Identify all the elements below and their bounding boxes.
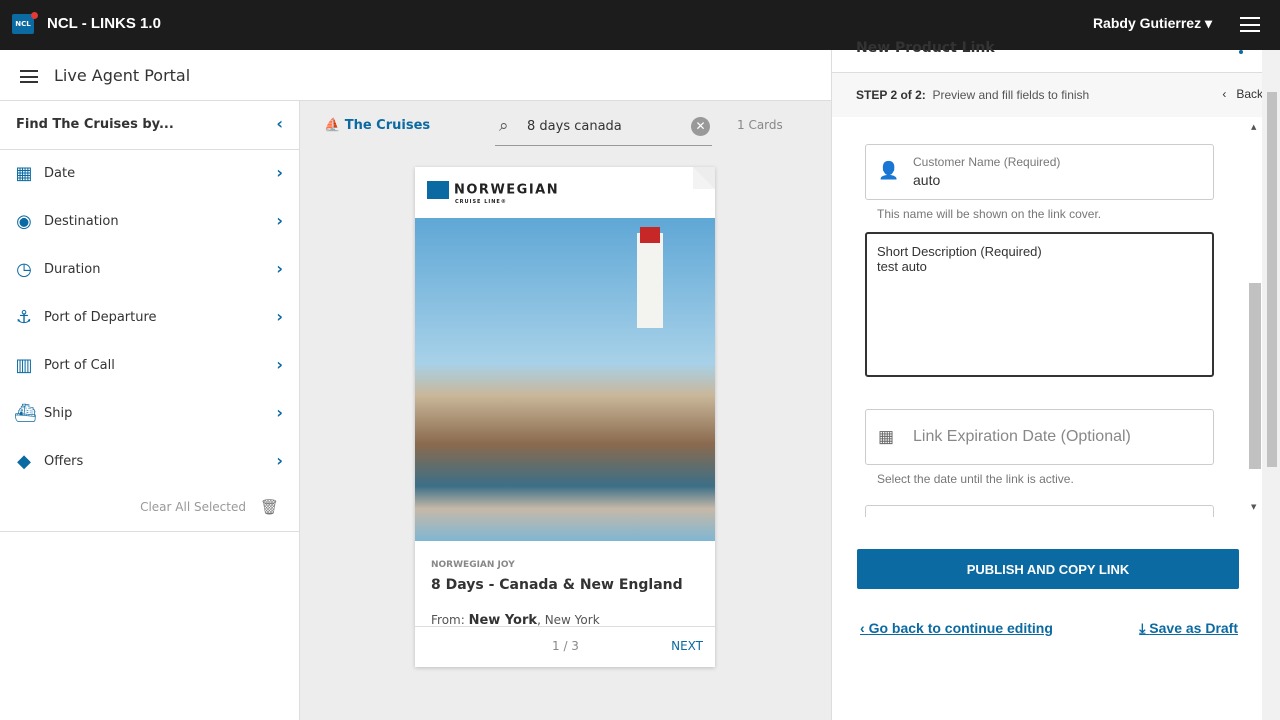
clock-icon: ◷	[16, 259, 32, 280]
lighthouse-image	[637, 227, 663, 328]
trash-icon[interactable]: 🗑	[260, 498, 279, 516]
panel-scrollbar[interactable]	[1262, 50, 1280, 720]
filter-label: Destination	[44, 214, 119, 229]
step-text: STEP 2 of 2: Preview and fill fields to …	[856, 88, 1089, 102]
link-form: 👤 Customer Name (Required) auto This nam…	[832, 117, 1263, 517]
product-link-panel: New Product Link STEP 2 of 2: Preview an…	[831, 40, 1280, 720]
go-back-link[interactable]: ‹ Go back to continue editing	[860, 620, 1053, 636]
brand-name: NORWEGIAN	[454, 182, 560, 198]
brand-sub: CRUISE LINE®	[455, 199, 507, 205]
globe-icon: ◉	[16, 211, 32, 232]
calendar-icon: ▦	[878, 427, 895, 446]
app-title: NCL - LINKS 1.0	[47, 15, 161, 32]
filter-label: Offers	[44, 454, 84, 469]
back-label: Back	[1236, 87, 1263, 101]
customer-name-value[interactable]: auto	[913, 172, 940, 188]
search-icon: ⌕	[499, 116, 509, 136]
status-dot	[1239, 50, 1243, 54]
clear-all-button[interactable]: Clear All Selected	[140, 500, 246, 514]
sidebar-toggle-icon[interactable]	[20, 70, 38, 83]
search-value[interactable]: 8 days canada	[527, 119, 622, 134]
main-menu-icon[interactable]	[1240, 17, 1260, 32]
filter-label: Ship	[44, 406, 73, 421]
search-input[interactable]: ⌕ 8 days canada ✕	[495, 108, 712, 146]
panel-title: New Product Link	[856, 40, 995, 56]
filter-heading-text: Find The Cruises by...	[16, 117, 174, 132]
anchor-icon: ⚓	[15, 307, 33, 328]
sub-header: Live Agent Portal	[0, 50, 832, 101]
expiration-date-field[interactable]: ▦ Link Expiration Date (Optional)	[865, 409, 1214, 465]
clear-all: Clear All Selected 🗑	[0, 486, 299, 532]
top-bar: NCL NCL - LINKS 1.0 Rabdy Gutierrez ▾	[0, 0, 1280, 50]
go-back-label: Go back to continue editing	[868, 620, 1053, 636]
step-description: Preview and fill fields to finish	[932, 88, 1090, 102]
filter-label: Port of Call	[44, 358, 115, 373]
chevron-right-icon: ›	[276, 163, 283, 182]
scroll-up-icon: ▲	[1251, 123, 1257, 131]
map-icon: ▥	[15, 355, 33, 376]
expiration-date-placeholder: Link Expiration Date (Optional)	[913, 428, 1131, 445]
filter-offers[interactable]: ◆ Offers ›	[0, 438, 299, 486]
card-corner-fold	[693, 167, 715, 189]
page-title: Live Agent Portal	[54, 66, 191, 85]
filter-ship[interactable]: ⛴ Ship ›	[0, 390, 299, 438]
collapse-chevron-icon[interactable]: ‹	[276, 114, 283, 133]
calendar-icon: ▦	[15, 163, 33, 184]
filter-date[interactable]: ▦ Date ›	[0, 150, 299, 198]
filter-label: Duration	[44, 262, 101, 277]
chevron-right-icon: ›	[276, 355, 283, 374]
step-bar: STEP 2 of 2: Preview and fill fields to …	[832, 72, 1263, 117]
ship-name: NORWEGIAN JOY	[431, 560, 515, 570]
panel-scroll-thumb[interactable]	[1267, 92, 1277, 467]
the-cruises-link[interactable]: ⛵ The Cruises	[324, 118, 430, 133]
person-icon: 👤	[878, 161, 900, 180]
result-count: 1 Cards	[737, 118, 783, 132]
customer-name-label: Customer Name (Required)	[913, 155, 1061, 169]
filter-heading: Find The Cruises by... ‹	[0, 101, 299, 150]
chevron-right-icon: ›	[276, 259, 283, 278]
customer-name-hint: This name will be shown on the link cove…	[877, 207, 1102, 221]
ship-icon: ⛴	[14, 403, 37, 424]
cruise-photo	[415, 218, 715, 541]
chevron-right-icon: ›	[276, 451, 283, 470]
publish-copy-link-button[interactable]: PUBLISH AND COPY LINK	[857, 549, 1239, 589]
clear-search-icon[interactable]: ✕	[691, 117, 710, 136]
chevron-right-icon: ›	[276, 211, 283, 230]
section-label: The Cruises	[344, 118, 431, 133]
form-scrollbar[interactable]: ▲ ▼	[1246, 117, 1263, 517]
short-description-label: Short Description (Required)	[877, 244, 1042, 259]
filter-sidebar: Find The Cruises by... ‹ ▦ Date › ◉ Destinat…	[0, 101, 300, 720]
filter-port-of-call[interactable]: ▥ Port of Call ›	[0, 342, 299, 390]
notification-dot	[31, 12, 38, 19]
next-button[interactable]: NEXT	[671, 639, 703, 653]
tag-icon: ◆	[17, 451, 31, 472]
step-number: STEP 2 of 2:	[856, 88, 926, 102]
cruise-title: 8 Days - Canada & New England	[431, 577, 683, 593]
from-label: From:	[431, 613, 465, 627]
filter-label: Port of Departure	[44, 310, 157, 325]
scroll-down-icon: ▼	[1251, 503, 1257, 511]
chevron-right-icon: ›	[276, 403, 283, 422]
chevron-right-icon: ›	[276, 307, 283, 326]
user-menu[interactable]: Rabdy Gutierrez ▾	[1093, 15, 1212, 32]
next-field[interactable]	[865, 505, 1214, 517]
filter-duration[interactable]: ◷ Duration ›	[0, 246, 299, 294]
save-draft-label: Save as Draft	[1149, 620, 1238, 636]
cruise-card[interactable]: NORWEGIAN CRUISE LINE® NORWEGIAN JOY 8 Da…	[415, 167, 715, 667]
from-state: , New York	[537, 613, 600, 627]
expiration-date-hint: Select the date until the link is active…	[877, 472, 1074, 486]
back-button[interactable]: ‹ Back	[1222, 87, 1263, 101]
filter-destination[interactable]: ◉ Destination ›	[0, 198, 299, 246]
short-description-value[interactable]: test auto	[877, 259, 1202, 274]
filter-port-of-departure[interactable]: ⚓ Port of Departure ›	[0, 294, 299, 342]
card-footer: 1 / 3 NEXT	[415, 626, 715, 667]
scroll-thumb[interactable]	[1249, 283, 1261, 469]
short-description-textarea[interactable]: Short Description (Required) test auto	[865, 232, 1214, 377]
filter-label: Date	[44, 166, 76, 181]
ncl-brand-logo: NORWEGIAN CRUISE LINE®	[427, 181, 559, 205]
page-indicator: 1 / 3	[552, 639, 579, 653]
customer-name-field[interactable]: 👤 Customer Name (Required) auto	[865, 144, 1214, 200]
save-draft-link[interactable]: ⤓ Save as Draft	[1139, 620, 1238, 637]
